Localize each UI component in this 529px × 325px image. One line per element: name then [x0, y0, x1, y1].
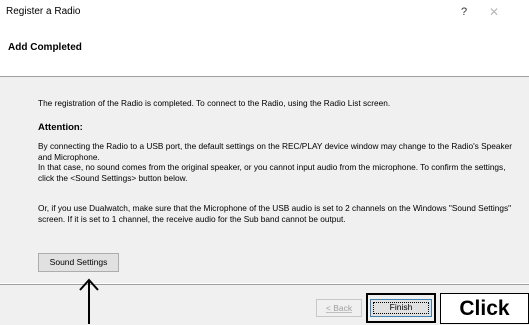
back-button[interactable]: < Back: [316, 299, 362, 317]
finish-button[interactable]: Finish: [370, 299, 432, 317]
dualwatch-text: Or, if you use Dualwatch, make sure that…: [38, 203, 512, 224]
wizard-header: Add Completed: [0, 24, 529, 77]
sound-settings-button[interactable]: Sound Settings: [38, 253, 119, 272]
click-callout: Click: [440, 293, 529, 324]
help-button[interactable]: ?: [456, 4, 472, 20]
intro-text: The registration of the Radio is complet…: [38, 98, 391, 108]
attention-text-2: In that case, no sound comes from the or…: [38, 162, 506, 183]
page-title: Add Completed: [8, 42, 82, 53]
window-title: Register a Radio: [6, 6, 81, 17]
title-bar: Register a Radio ? ✕: [0, 0, 529, 24]
close-button[interactable]: ✕: [486, 4, 502, 20]
attention-heading: Attention:: [38, 122, 83, 133]
attention-text-1: By connecting the Radio to a USB port, t…: [38, 141, 513, 162]
up-arrow-icon: [79, 278, 99, 324]
